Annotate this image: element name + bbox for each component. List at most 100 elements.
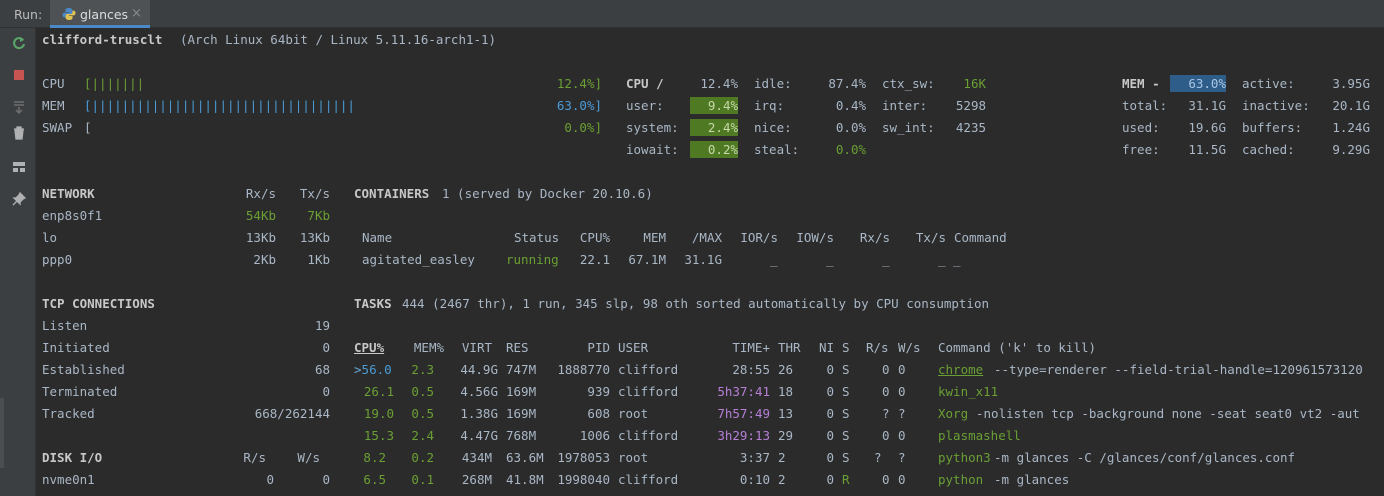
containers-summary: 1 (served by Docker 20.10.6): [442, 186, 653, 201]
cpu-swint-label: sw_int:: [882, 120, 935, 135]
rerun-icon[interactable]: [11, 35, 27, 51]
process-header-ws[interactable]: W/s: [898, 340, 921, 356]
tcp-established-label: Established: [42, 362, 125, 377]
run-tab-glances[interactable]: glances ×: [50, 0, 150, 28]
network-iface-tx: 7Kb: [307, 208, 330, 223]
process-virt: 44.9G: [460, 362, 498, 377]
ql-swap-value: 0.0%]: [564, 120, 602, 135]
process-time: 0:10: [739, 472, 770, 487]
stop-icon[interactable]: [11, 67, 27, 83]
process-header-user[interactable]: USER: [618, 340, 648, 356]
process-time: 7h57:49: [717, 406, 770, 421]
tcp-terminated-value: 0: [322, 384, 330, 399]
process-ni: 0: [826, 428, 834, 443]
process-header-command[interactable]: Command ('k' to kill): [938, 340, 1096, 356]
close-tab-icon[interactable]: ×: [131, 6, 142, 21]
scroll-to-end-icon[interactable]: [11, 99, 27, 115]
process-command: python: [938, 472, 984, 487]
ql-cpu-value: 12.4%]: [556, 76, 602, 91]
process-res: 41.8M: [506, 472, 544, 487]
ql-mem-label: MEM: [42, 98, 65, 113]
process-header-s[interactable]: S: [842, 340, 850, 356]
process-virt: 434M: [461, 450, 492, 465]
process-pid: 939: [587, 384, 610, 399]
process-rs: 0: [882, 362, 890, 377]
process-user: clifford: [618, 384, 679, 399]
containers-header-ior: IOR/s: [740, 230, 778, 245]
process-state: S: [842, 450, 850, 465]
container-name: agitated_easley: [362, 252, 475, 267]
tasks-summary: 444 (2467 thr), 1 run, 345 slp, 98 oth s…: [402, 296, 989, 311]
process-time: 3h29:13: [717, 428, 770, 443]
process-state: S: [842, 384, 850, 399]
process-ws: 0: [898, 362, 906, 377]
ql-swap-bar: [: [84, 120, 92, 135]
run-toolbar: Run: glances ×: [0, 0, 1384, 28]
cpu-steal-value: 0.0%: [835, 142, 866, 157]
trash-icon[interactable]: [11, 125, 27, 141]
process-cpu: >>56.0: [354, 362, 392, 378]
process-header-virt[interactable]: VIRT: [450, 340, 492, 356]
disk-r-value: 0: [266, 472, 274, 487]
process-thr: 18: [778, 384, 794, 399]
process-time: 3:37: [739, 450, 770, 465]
network-iface-name: lo: [42, 230, 58, 245]
network-iface-rx: 54Kb: [245, 208, 276, 223]
process-header-thr[interactable]: THR: [778, 340, 801, 356]
process-header-res[interactable]: RES: [506, 340, 529, 356]
run-label: Run:: [14, 7, 43, 22]
network-iface-tx: 1Kb: [307, 252, 330, 267]
containers-header-rx: Rx/s: [859, 230, 890, 245]
network-iface-name: ppp0: [42, 252, 73, 267]
disk-name: nvme0n1: [42, 472, 95, 487]
process-ws: 0: [898, 384, 906, 399]
process-rs: 0: [882, 472, 890, 487]
container-tx: _ _: [938, 252, 961, 267]
process-command: chrome: [938, 362, 984, 377]
process-res: 768M: [506, 428, 537, 443]
mem-used-label: used:: [1122, 120, 1160, 135]
containers-header-tx: Tx/s: [915, 230, 946, 245]
cpu-inter-value: 5298: [955, 98, 986, 113]
process-time: 28:55: [732, 362, 770, 377]
containers-header-command: Command: [954, 230, 1007, 245]
mem-cached-value: 9.29G: [1332, 142, 1370, 157]
mem-buffers-label: buffers:: [1242, 120, 1303, 135]
ql-swap-label: SWAP: [42, 120, 73, 135]
hostname: clifford-trusclt: [42, 32, 163, 47]
process-cpu: 6.5: [363, 472, 386, 487]
mem-inactive-label: inactive:: [1242, 98, 1310, 113]
layout-icon[interactable]: [11, 159, 27, 175]
process-header-mem[interactable]: MEM%: [404, 340, 444, 356]
tcp-initiated-label: Initiated: [42, 340, 110, 355]
process-pid: 1888770: [557, 362, 610, 377]
mem-active-label: active:: [1242, 76, 1295, 91]
process-args: --type=renderer --field-trial-handle=120…: [994, 362, 1363, 377]
network-iface-rx: 13Kb: [245, 230, 276, 245]
mem-free-value: 11.5G: [1188, 142, 1226, 157]
process-header-pid[interactable]: PID: [560, 340, 610, 356]
cpu-system-value: 2.4%: [690, 119, 738, 136]
process-header-rs[interactable]: R/s: [866, 340, 889, 356]
pin-icon[interactable]: [11, 191, 27, 207]
run-side-toolbar: [0, 28, 36, 496]
container-cpu: 22.1: [579, 252, 610, 267]
process-res: 747M: [506, 362, 537, 377]
process-ws: ?: [898, 406, 906, 421]
process-rs: 0: [882, 428, 890, 443]
process-state: S: [842, 406, 850, 421]
container-ior: _: [770, 252, 778, 267]
tcp-established-value: 68: [314, 362, 330, 377]
process-header-ni[interactable]: NI: [810, 340, 834, 356]
process-args: -m glances -C /glances/conf/glances.conf: [994, 450, 1296, 465]
mem-cached-label: cached:: [1242, 142, 1295, 157]
process-state: S: [842, 428, 850, 443]
process-header-cpu[interactable]: CPU%: [354, 340, 410, 356]
network-title: NETWORK: [42, 186, 95, 201]
process-header-time[interactable]: TIME+: [714, 340, 770, 356]
side-panel-strip[interactable]: [0, 398, 4, 468]
process-rs: ?: [874, 450, 882, 465]
process-command: kwin_x11: [938, 384, 999, 399]
process-pid: 1978053: [557, 450, 610, 465]
process-cpu: 8.2: [363, 450, 386, 465]
